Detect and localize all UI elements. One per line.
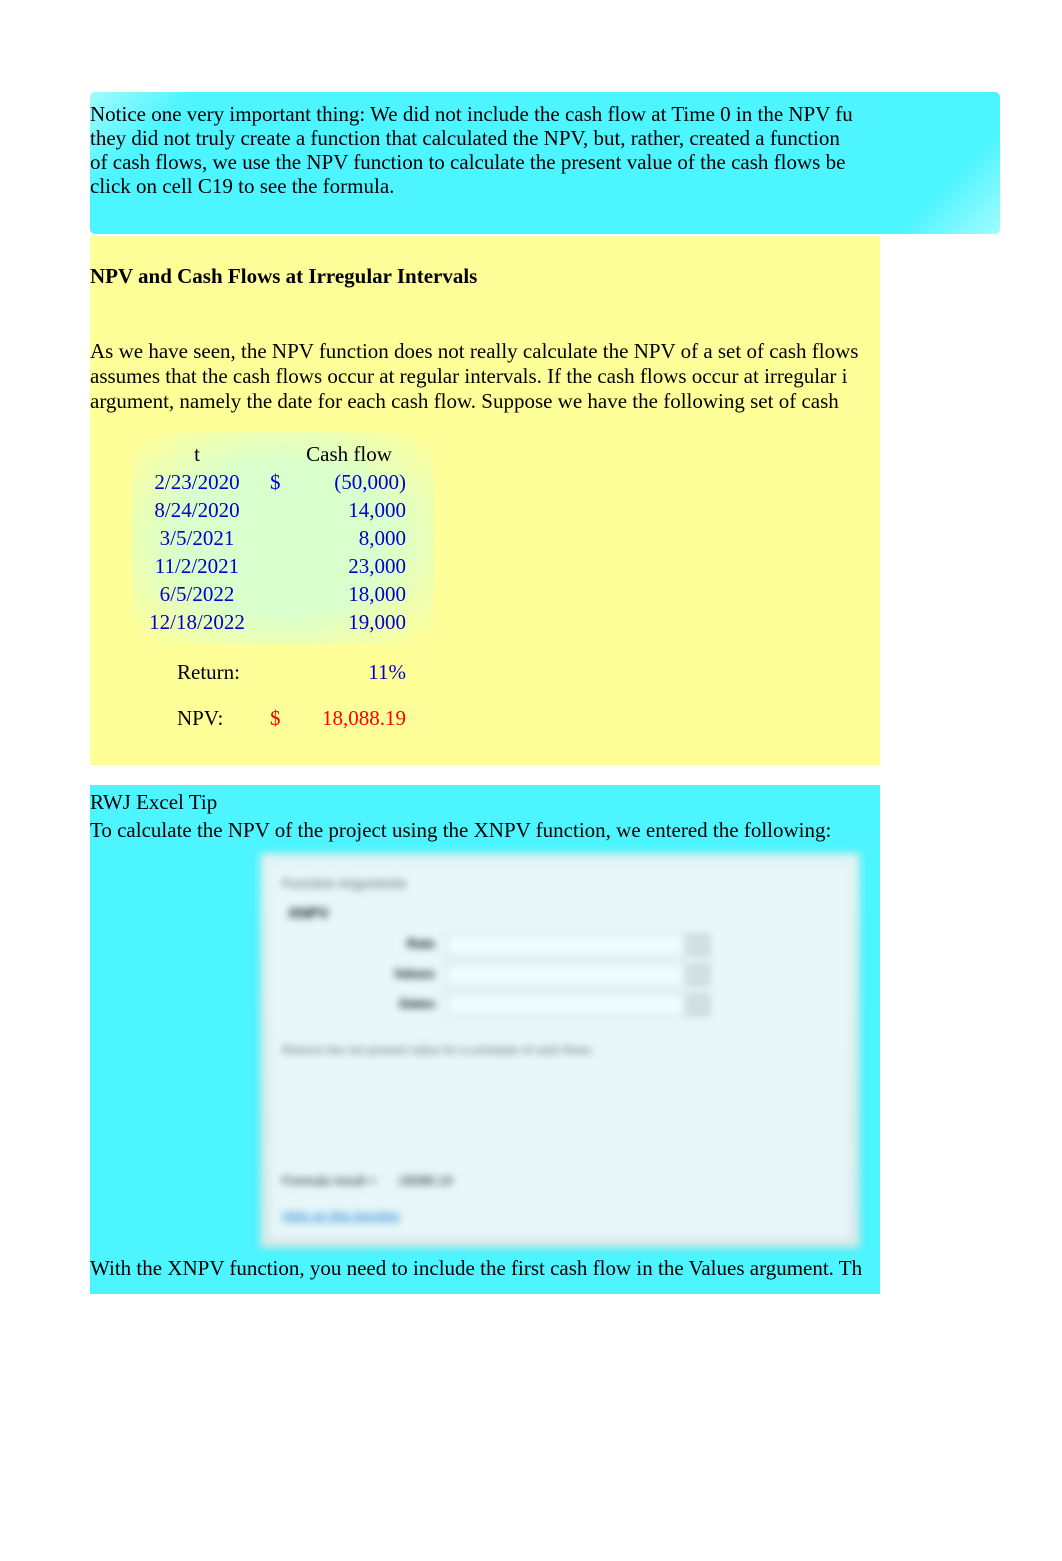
cell-dollar: $: [262, 470, 292, 495]
cell-value: 8,000: [292, 526, 412, 551]
table-header-row: t Cash flow: [132, 440, 434, 468]
note-line: of cash flows, we use the NPV function t…: [90, 150, 1000, 174]
header-cashflow: Cash flow: [292, 442, 412, 467]
note-line: click on cell C19 to see the formula.: [90, 174, 1000, 198]
table-row: 11/2/2021 23,000: [132, 552, 434, 580]
table-row: 2/23/2020 $ (50,000): [132, 468, 434, 496]
formula-result-value: 18088.19: [398, 1173, 452, 1188]
range-picker-icon[interactable]: [688, 964, 710, 986]
body-line: argument, namely the date for each cash …: [90, 389, 880, 414]
function-arguments-dialog: Function Arguments XNPV Rate Values Date…: [260, 853, 860, 1248]
formula-result: Formula result = 18088.19: [282, 1173, 452, 1188]
tip-body: To calculate the NPV of the project usin…: [90, 818, 880, 843]
section-heading: NPV and Cash Flows at Irregular Interval…: [90, 264, 880, 289]
cell-date: 3/5/2021: [132, 526, 262, 551]
npv-label: NPV:: [132, 706, 262, 731]
cell-value: 19,000: [292, 610, 412, 635]
npv-dollar: $: [262, 706, 292, 731]
dialog-function-name: XNPV: [288, 905, 329, 922]
table-row: 3/5/2021 8,000: [132, 524, 434, 552]
table-row: 6/5/2022 18,000: [132, 580, 434, 608]
return-label: Return:: [132, 660, 262, 685]
cell-date: 6/5/2022: [132, 582, 262, 607]
table-row: 8/24/2020 14,000: [132, 496, 434, 524]
cell-date: 11/2/2021: [132, 554, 262, 579]
dates-label: Dates: [375, 996, 435, 1011]
body-line: As we have seen, the NPV function does n…: [90, 339, 880, 364]
rate-input[interactable]: [445, 933, 685, 957]
top-note-box: Notice one very important thing: We did …: [90, 92, 1000, 234]
return-row: Return: 11%: [132, 658, 434, 686]
body-line: assumes that the cash flows occur at reg…: [90, 364, 880, 389]
cell-value: (50,000): [292, 470, 412, 495]
cell-date: 12/18/2022: [132, 610, 262, 635]
dialog-title: Function Arguments: [282, 875, 407, 891]
cashflow-table: t Cash flow 2/23/2020 $ (50,000) 8/24/20…: [132, 432, 434, 644]
npv-section: NPV and Cash Flows at Irregular Interval…: [90, 236, 880, 765]
note-line: they did not truly create a function tha…: [90, 126, 1000, 150]
tip-heading: RWJ Excel Tip: [90, 790, 880, 815]
dates-input[interactable]: [445, 993, 685, 1017]
summary-area: Return: 11% NPV: $ 18,088.19: [132, 658, 434, 732]
return-value: 11%: [292, 660, 412, 685]
cell-value: 18,000: [292, 582, 412, 607]
help-link[interactable]: Help on this function: [282, 1208, 400, 1223]
npv-value: 18,088.19: [292, 706, 412, 731]
values-label: Values: [375, 966, 435, 981]
cell-date: 2/23/2020: [132, 470, 262, 495]
dialog-description: Returns the net present value for a sche…: [282, 1043, 838, 1057]
values-input[interactable]: [445, 963, 685, 987]
note-line: Notice one very important thing: We did …: [90, 102, 1000, 126]
cell-value: 14,000: [292, 498, 412, 523]
closing-line: With the XNPV function, you need to incl…: [90, 1256, 880, 1281]
range-picker-icon[interactable]: [688, 934, 710, 956]
excel-tip-section: RWJ Excel Tip To calculate the NPV of th…: [90, 785, 880, 1294]
top-note-text: Notice one very important thing: We did …: [90, 102, 1000, 199]
cell-date: 8/24/2020: [132, 498, 262, 523]
table-row: 12/18/2022 19,000: [132, 608, 434, 636]
npv-row: NPV: $ 18,088.19: [132, 704, 434, 732]
cell-value: 23,000: [292, 554, 412, 579]
formula-result-label: Formula result =: [282, 1173, 376, 1188]
rate-label: Rate: [375, 936, 435, 951]
header-t: t: [132, 442, 262, 467]
dialog-inner: Function Arguments XNPV Rate Values Date…: [269, 862, 851, 1239]
range-picker-icon[interactable]: [688, 994, 710, 1016]
